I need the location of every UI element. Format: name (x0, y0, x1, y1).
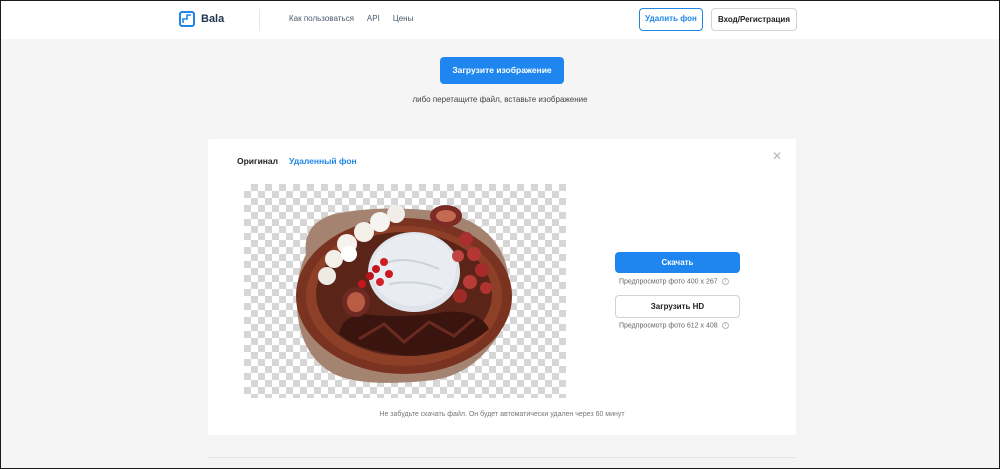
main-nav: Как пользоваться API Цены (289, 14, 413, 23)
tab-removed-background[interactable]: Удаленный фон (289, 156, 357, 166)
tab-original[interactable]: Оригинал (237, 156, 278, 166)
remove-background-button[interactable]: Удалить фон (639, 8, 703, 31)
logo-text: Bala (201, 13, 225, 25)
nav-api[interactable]: API (367, 14, 380, 23)
upload-hint: либо перетащите файл, вставьте изображен… (412, 95, 588, 104)
hd-size-text: Предпросмотр фото 612 х 408 (619, 322, 718, 330)
nav-pricing[interactable]: Цены (393, 14, 414, 23)
result-card: Оригинал Удаленный фон ✕ Скачать Предпро… (208, 139, 796, 435)
preview-size-text: Предпросмотр фото 400 х 267 (619, 278, 718, 286)
top-header: Bala Как пользоваться API Цены Удалить ф… (1, 1, 999, 39)
download-hd-button[interactable]: Загрузить HD (615, 295, 740, 318)
result-image-preview (244, 184, 566, 398)
auto-delete-note: Не забудьте скачать файл. Он будет автом… (379, 411, 625, 418)
divider (208, 457, 796, 458)
food-plate-image (296, 205, 512, 383)
info-icon[interactable]: i (721, 322, 729, 329)
bala-logo-icon (179, 11, 195, 27)
hd-size-info: Предпросмотр фото 612 х 408 i (619, 322, 729, 329)
nav-how-to-use[interactable]: Как пользоваться (289, 14, 354, 23)
login-register-button[interactable]: Вход/Регистрация (711, 8, 797, 31)
header-divider (259, 9, 260, 31)
close-icon[interactable]: ✕ (772, 149, 782, 163)
upload-image-button[interactable]: Загрузите изображение (440, 57, 564, 84)
download-button[interactable]: Скачать (615, 252, 740, 273)
preview-size-info: Предпросмотр фото 400 х 267 i (619, 278, 729, 285)
logo[interactable]: Bala (179, 11, 224, 27)
info-icon[interactable]: i (721, 278, 729, 285)
